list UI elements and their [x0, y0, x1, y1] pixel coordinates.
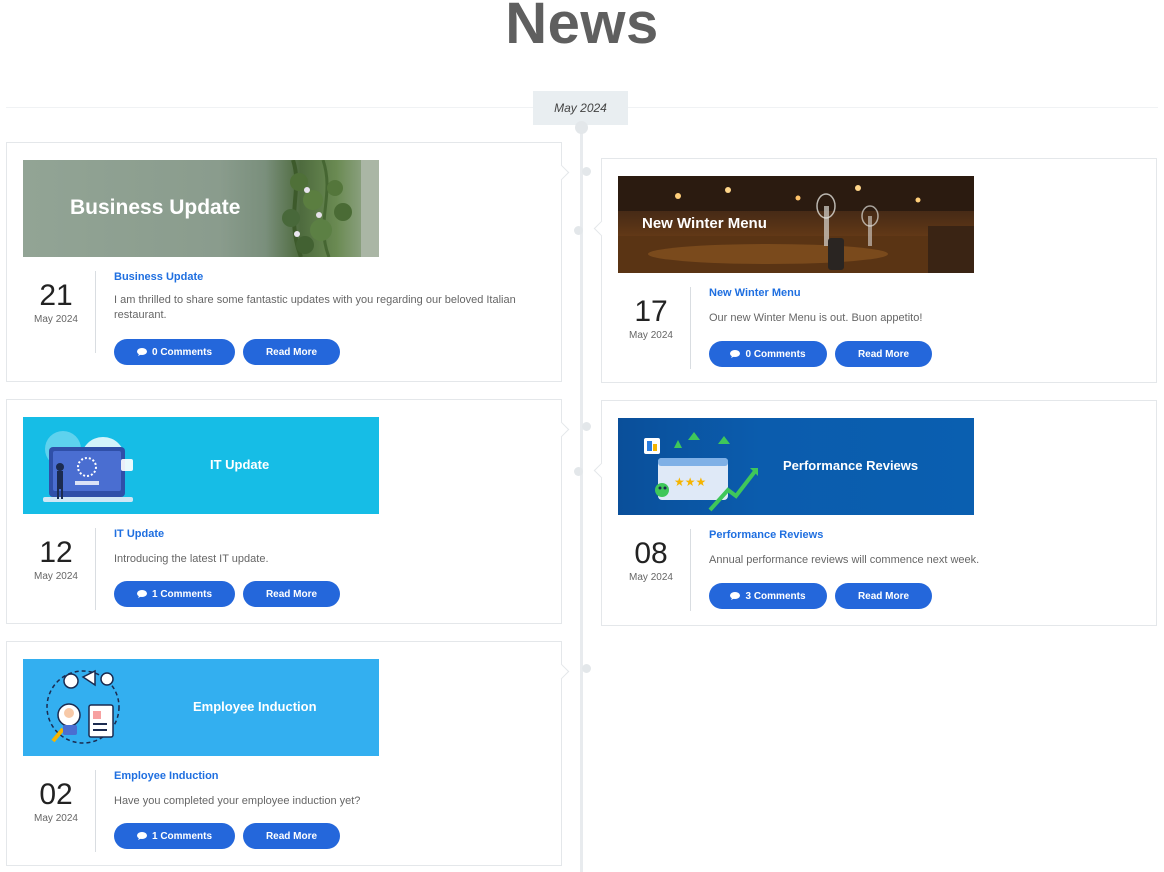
post-title-link[interactable]: IT Update	[114, 527, 544, 541]
post-title-link[interactable]: Performance Reviews	[709, 528, 1139, 542]
comment-icon	[730, 592, 741, 600]
timeline-dot	[582, 422, 591, 431]
induction-illustration	[46, 669, 120, 744]
comment-icon	[136, 832, 147, 840]
comment-icon	[136, 590, 147, 598]
post-date: 21 May 2024	[24, 279, 88, 327]
post-excerpt: Annual performance reviews will commence…	[709, 554, 980, 566]
post-body: Employee Induction Have you completed yo…	[114, 769, 544, 809]
banner-title: Business Update	[70, 196, 241, 219]
comments-label: 0 Comments	[151, 346, 212, 358]
post-date-day: 17	[634, 295, 668, 328]
post-banner-image[interactable]: Business Update	[23, 160, 379, 257]
post-date-day: 08	[634, 537, 668, 570]
post-excerpt: Introducing the latest IT update.	[114, 553, 269, 565]
card-pointer	[593, 462, 610, 479]
comment-icon	[730, 350, 741, 358]
date-separator	[95, 271, 96, 353]
post-date-day: 21	[39, 279, 73, 312]
comments-label: 3 Comments	[745, 590, 806, 602]
post-actions: 1 Comments Read More	[114, 581, 340, 607]
post-banner-image[interactable]: ★★★ Performance Reviews	[618, 418, 974, 515]
post-excerpt: Our new Winter Menu is out. Buon appetit…	[709, 312, 923, 324]
date-separator	[690, 287, 691, 369]
post-actions: 1 Comments Read More	[114, 823, 340, 849]
comments-button[interactable]: 1 Comments	[114, 823, 235, 849]
post-title-link[interactable]: Employee Induction	[114, 769, 544, 783]
card-pointer	[553, 663, 570, 680]
post-actions: 3 Comments Read More	[709, 583, 932, 609]
comments-button[interactable]: 0 Comments	[114, 339, 235, 365]
comments-button[interactable]: 1 Comments	[114, 581, 235, 607]
it-illustration	[43, 431, 133, 502]
comments-label: 1 Comments	[151, 588, 212, 600]
post-actions: 0 Comments Read More	[709, 341, 932, 367]
timeline-dot	[582, 167, 591, 176]
page-title: News	[505, 0, 659, 56]
card-pointer	[553, 164, 570, 181]
banner-title: IT Update	[210, 457, 270, 472]
post-card-performance-reviews: ★★★ Performance Reviews 08 May 2024 Perf…	[593, 400, 1157, 626]
banner-title: New Winter Menu	[642, 215, 767, 232]
svg-text:★★★: ★★★	[674, 475, 706, 489]
date-separator	[690, 529, 691, 611]
post-date-month: May 2024	[629, 330, 673, 341]
post-banner-image[interactable]: IT Update	[23, 417, 379, 514]
post-excerpt: I am thrilled to share some fantastic up…	[114, 294, 516, 321]
post-excerpt: Have you completed your employee inducti…	[114, 795, 361, 807]
date-separator	[95, 528, 96, 610]
performance-illustration: ★★★	[644, 432, 758, 512]
timeline-dot	[574, 467, 583, 476]
date-separator	[95, 770, 96, 852]
post-date-day: 12	[39, 536, 73, 569]
timeline-line	[580, 125, 583, 872]
card-pointer	[553, 421, 570, 438]
post-body: New Winter Menu Our new Winter Menu is o…	[709, 286, 1139, 326]
post-title-link[interactable]: New Winter Menu	[709, 286, 1139, 300]
post-title-link[interactable]: Business Update	[114, 270, 544, 284]
post-body: Performance Reviews Annual performance r…	[709, 528, 1139, 568]
banner-title: Employee Induction	[193, 699, 317, 714]
read-more-button[interactable]: Read More	[835, 583, 932, 609]
post-date: 17 May 2024	[619, 295, 683, 343]
timeline-start-dot	[575, 121, 588, 134]
card-pointer	[593, 220, 610, 237]
read-more-button[interactable]: Read More	[243, 581, 340, 607]
timeline-dot	[574, 226, 583, 235]
timeline-month-label: May 2024	[533, 91, 628, 125]
post-date-month: May 2024	[34, 571, 78, 582]
post-banner-image[interactable]: Employee Induction	[23, 659, 379, 756]
post-date-day: 02	[39, 778, 73, 811]
read-more-button[interactable]: Read More	[243, 823, 340, 849]
comments-label: 1 Comments	[151, 830, 212, 842]
read-more-button[interactable]: Read More	[835, 341, 932, 367]
post-body: Business Update I am thrilled to share s…	[114, 270, 544, 323]
banner-title: Performance Reviews	[783, 458, 919, 473]
post-date: 08 May 2024	[619, 537, 683, 585]
post-card-business-update: Business Update 21 May 2024 Business Upd…	[6, 142, 570, 382]
post-body: IT Update Introducing the latest IT upda…	[114, 527, 544, 567]
post-card-it-update: IT Update 12 May 2024 IT Update Introduc…	[6, 399, 570, 624]
post-card-employee-induction: Employee Induction 02 May 2024 Employee …	[6, 641, 570, 866]
news-page: News May 2024 Business Update 21 May 202…	[0, 0, 1164, 872]
post-date-month: May 2024	[629, 572, 673, 583]
post-date-month: May 2024	[34, 813, 78, 824]
comments-button[interactable]: 0 Comments	[709, 341, 827, 367]
comments-button[interactable]: 3 Comments	[709, 583, 827, 609]
post-banner-image[interactable]: New Winter Menu	[618, 176, 974, 273]
post-actions: 0 Comments Read More	[114, 339, 340, 365]
read-more-button[interactable]: Read More	[243, 339, 340, 365]
post-card-new-winter-menu: New Winter Menu 17 May 2024 New Winter M…	[593, 158, 1157, 383]
comments-label: 0 Comments	[745, 348, 806, 360]
post-date-month: May 2024	[34, 314, 78, 325]
timeline-dot	[582, 664, 591, 673]
post-date: 12 May 2024	[24, 536, 88, 584]
comment-icon	[136, 348, 147, 356]
post-date: 02 May 2024	[24, 778, 88, 826]
